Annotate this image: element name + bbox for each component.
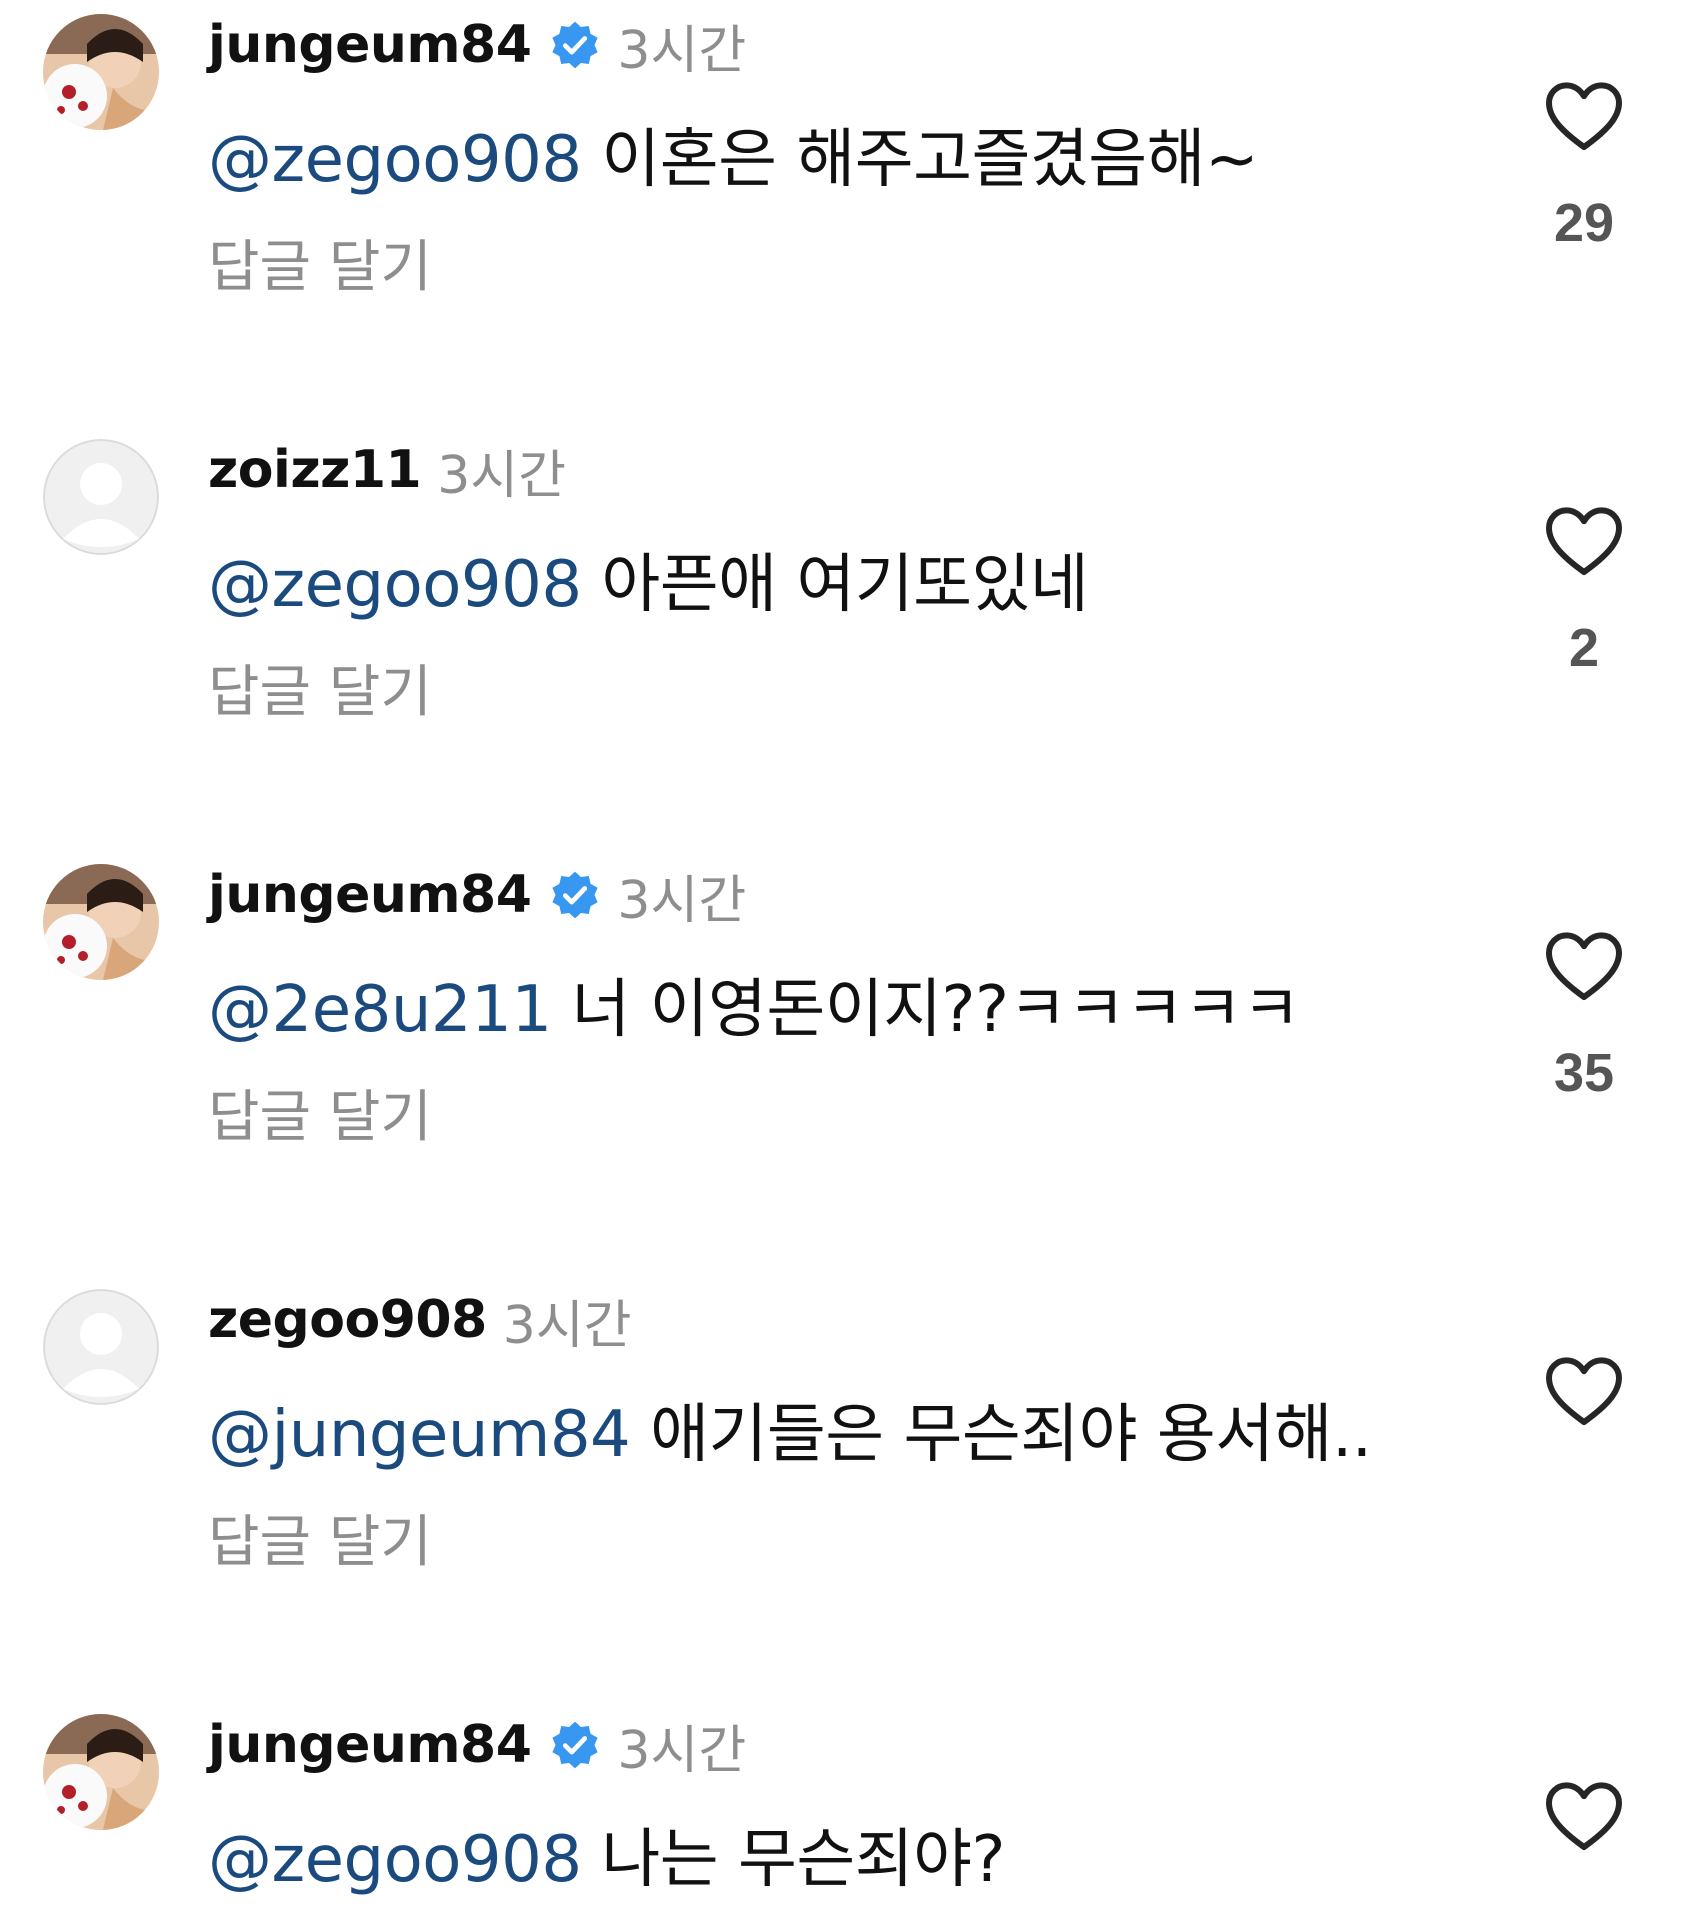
heart-icon[interactable] [1544, 930, 1624, 1004]
like-count: 2 [1568, 618, 1600, 678]
like-count: 29 [1553, 193, 1615, 253]
username[interactable]: jungeum84 [208, 1715, 532, 1775]
timestamp: 3시간 [617, 870, 747, 931]
reply-button[interactable]: 답글 달기 [208, 222, 432, 303]
timestamp: 3시간 [617, 20, 747, 81]
comment-header: jungeum84 3시간 [208, 10, 747, 81]
comment-header: zegoo908 3시간 [208, 1285, 632, 1356]
mention-link[interactable]: @2e8u211 [208, 973, 552, 1047]
verified-badge-icon [549, 19, 601, 71]
like-control: 29 [1534, 80, 1634, 254]
comment-text: @2e8u211 너 이영돈이지??ㅋㅋㅋㅋㅋ [208, 958, 1301, 1050]
comment-item: zoizz11 3시간 @zegoo908 아픈애 여기또있네 답글 달기 2 [0, 425, 1682, 845]
username[interactable]: zegoo908 [208, 1290, 487, 1350]
comment-text: @zegoo908 나는 무슨죄야? [208, 1808, 1006, 1900]
verified-badge-icon [549, 1719, 601, 1771]
comment-list: jungeum84 3시간 @zegoo908 이혼은 해주고즐겼음해~ 답글 … [0, 0, 1682, 1910]
comment-body: 나는 무슨죄야? [581, 1823, 1005, 1897]
comment-body: 너 이영돈이지??ㅋㅋㅋㅋㅋ [551, 973, 1301, 1047]
comment-item: jungeum84 3시간 @zegoo908 나는 무슨죄야? [0, 1700, 1682, 1910]
heart-icon[interactable] [1544, 80, 1624, 154]
like-count: 35 [1553, 1043, 1615, 1103]
mention-link[interactable]: @zegoo908 [208, 123, 582, 197]
mention-link[interactable]: @jungeum84 [208, 1398, 631, 1472]
avatar[interactable] [43, 864, 159, 980]
comment-header: jungeum84 3시간 [208, 1710, 747, 1781]
username[interactable]: jungeum84 [208, 15, 532, 75]
comment-text: @zegoo908 이혼은 해주고즐겼음해~ [208, 108, 1259, 200]
comment-header: jungeum84 3시간 [208, 860, 747, 931]
mention-link[interactable]: @zegoo908 [208, 1823, 582, 1897]
username[interactable]: jungeum84 [208, 865, 532, 925]
reply-button[interactable]: 답글 달기 [208, 1072, 432, 1153]
comment-body: 아픈애 여기또있네 [581, 548, 1089, 622]
comment-header: zoizz11 3시간 [208, 435, 566, 506]
heart-icon[interactable] [1544, 1780, 1624, 1854]
like-control: 35 [1534, 930, 1634, 1104]
comment-body: 이혼은 해주고즐겼음해~ [581, 123, 1259, 197]
comment-text: @jungeum84 애기들은 무슨죄야 용서해.. [208, 1383, 1372, 1475]
heart-icon[interactable] [1544, 1355, 1624, 1429]
avatar[interactable] [43, 439, 159, 555]
username[interactable]: zoizz11 [208, 440, 422, 500]
reply-button[interactable]: 답글 달기 [208, 647, 432, 728]
timestamp: 3시간 [502, 1295, 632, 1356]
like-control [1534, 1780, 1634, 1854]
like-control: 2 [1534, 505, 1634, 679]
heart-icon[interactable] [1544, 505, 1624, 579]
comment-item: zegoo908 3시간 @jungeum84 애기들은 무슨죄야 용서해.. … [0, 1275, 1682, 1695]
avatar[interactable] [43, 14, 159, 130]
like-control [1534, 1355, 1634, 1467]
avatar[interactable] [43, 1289, 159, 1405]
comment-body: 애기들은 무슨죄야 용서해.. [630, 1398, 1372, 1472]
timestamp: 3시간 [617, 1720, 747, 1781]
comment-item: jungeum84 3시간 @2e8u211 너 이영돈이지??ㅋㅋㅋㅋㅋ 답글… [0, 850, 1682, 1270]
timestamp: 3시간 [437, 445, 566, 506]
avatar[interactable] [43, 1714, 159, 1830]
reply-button[interactable]: 답글 달기 [208, 1497, 432, 1578]
verified-badge-icon [549, 869, 601, 921]
comment-text: @zegoo908 아픈애 여기또있네 [208, 533, 1089, 625]
comment-item: jungeum84 3시간 @zegoo908 이혼은 해주고즐겼음해~ 답글 … [0, 0, 1682, 420]
mention-link[interactable]: @zegoo908 [208, 548, 582, 622]
